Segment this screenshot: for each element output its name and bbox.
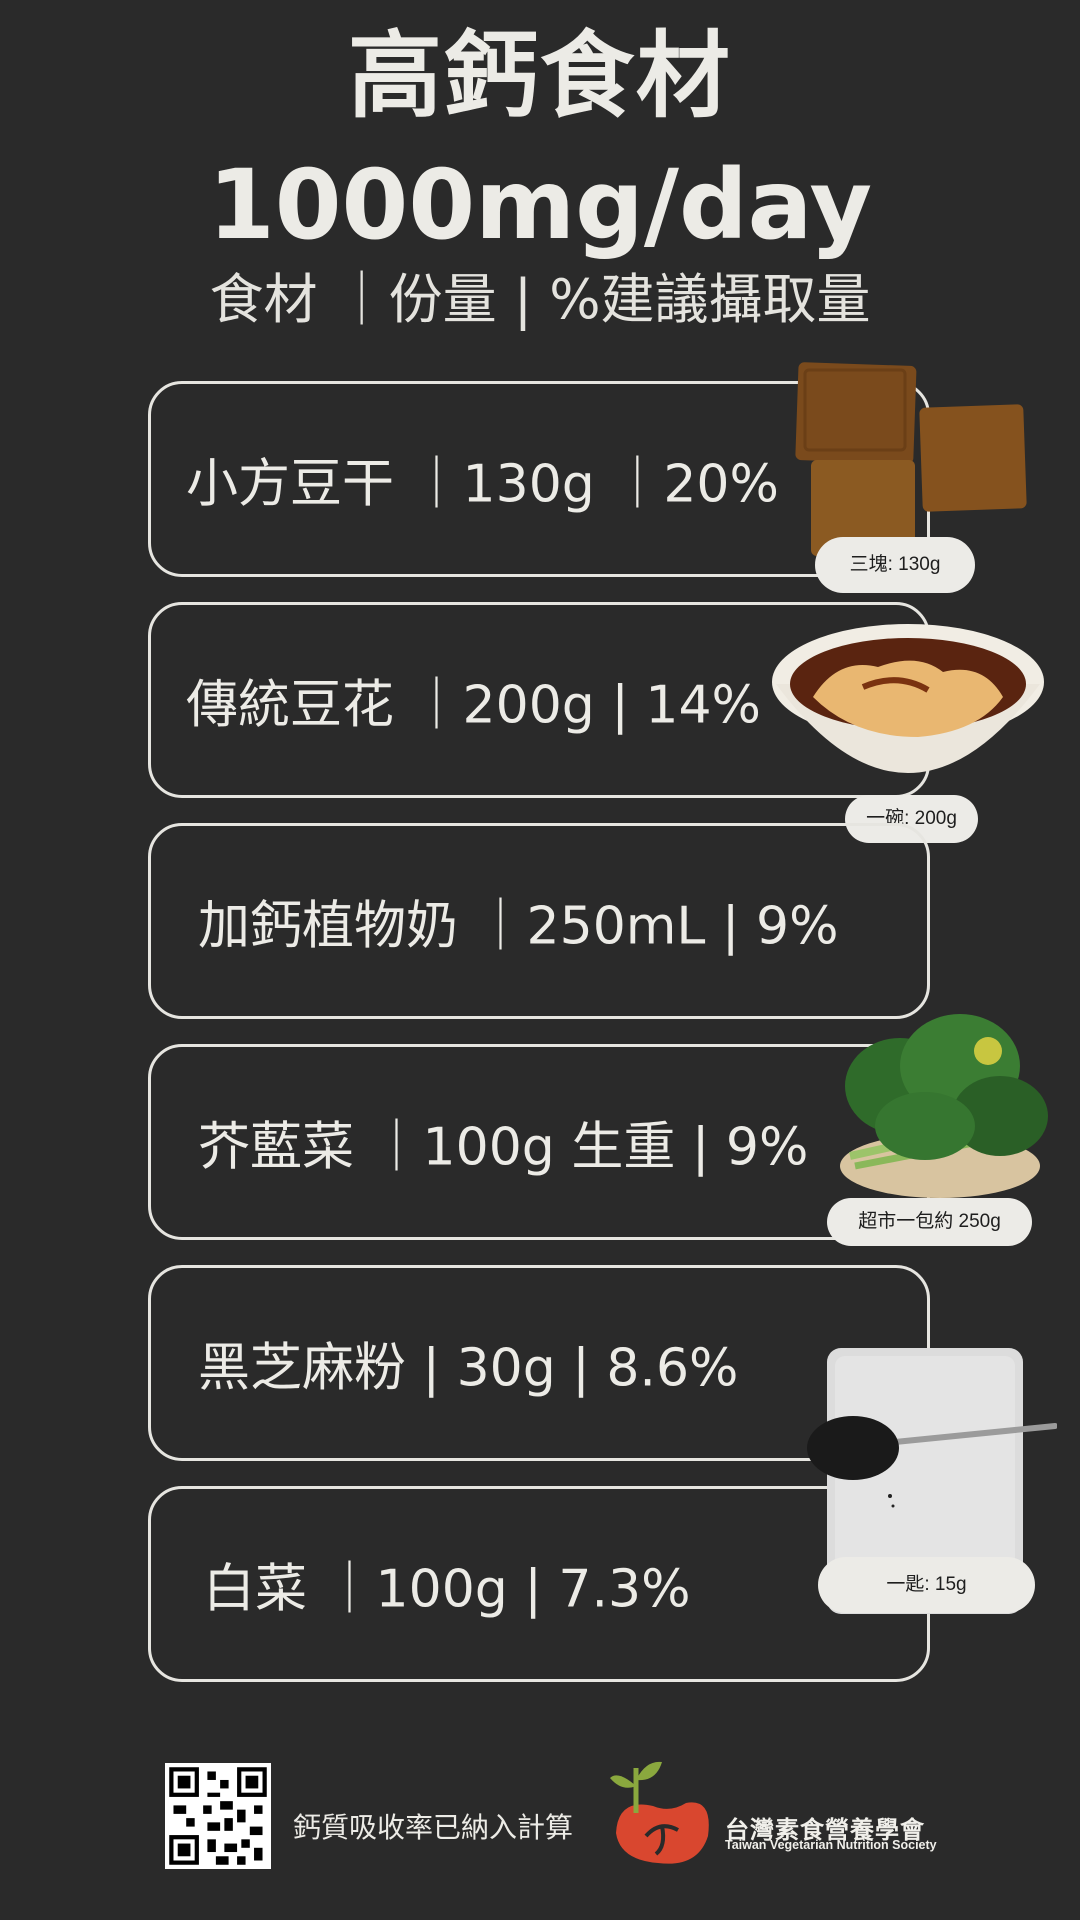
- tofu-pudding-photo: [772, 624, 1044, 773]
- portion-tag: 三塊: 130g: [815, 537, 975, 593]
- portion-tag: 一匙: 15g: [818, 1557, 1035, 1613]
- page-title: 高鈣食材: [347, 22, 732, 131]
- item-text: 白菜 ｜100g | 7.3%: [203, 1559, 691, 1620]
- absorption-note: 鈣質吸收率已納入計算: [293, 1811, 574, 1844]
- seedling-logo-icon: [610, 1761, 709, 1864]
- chinese-kale-photo: [840, 1014, 1048, 1198]
- item-card-plant-milk: 加鈣植物奶 ｜250mL | 9%: [148, 823, 930, 1019]
- item-text: 加鈣植物奶 ｜250mL | 9%: [198, 896, 839, 957]
- daily-goal: 1000mg/day: [207, 149, 873, 261]
- dried-tofu-photo: [795, 362, 1027, 556]
- item-text: 黑芝麻粉 | 30g | 8.6%: [198, 1338, 739, 1399]
- portion-tag: 超市一包約 250g: [827, 1198, 1032, 1246]
- item-text: 芥藍菜 ｜100g 生重 | 9%: [198, 1117, 809, 1178]
- column-headers: 食材 ｜份量 | %建議攝取量: [209, 268, 871, 331]
- item-text: 傳統豆花 ｜200g | 14%: [186, 675, 761, 736]
- org-name-english: Taiwan Vegetarian Nutrition Society: [725, 1838, 937, 1852]
- qr-code-icon: [165, 1763, 271, 1869]
- item-text: 小方豆干 ｜130g ｜20%: [186, 454, 779, 515]
- item-card-chinese-kale: 芥藍菜 ｜100g 生重 | 9%: [148, 1044, 930, 1240]
